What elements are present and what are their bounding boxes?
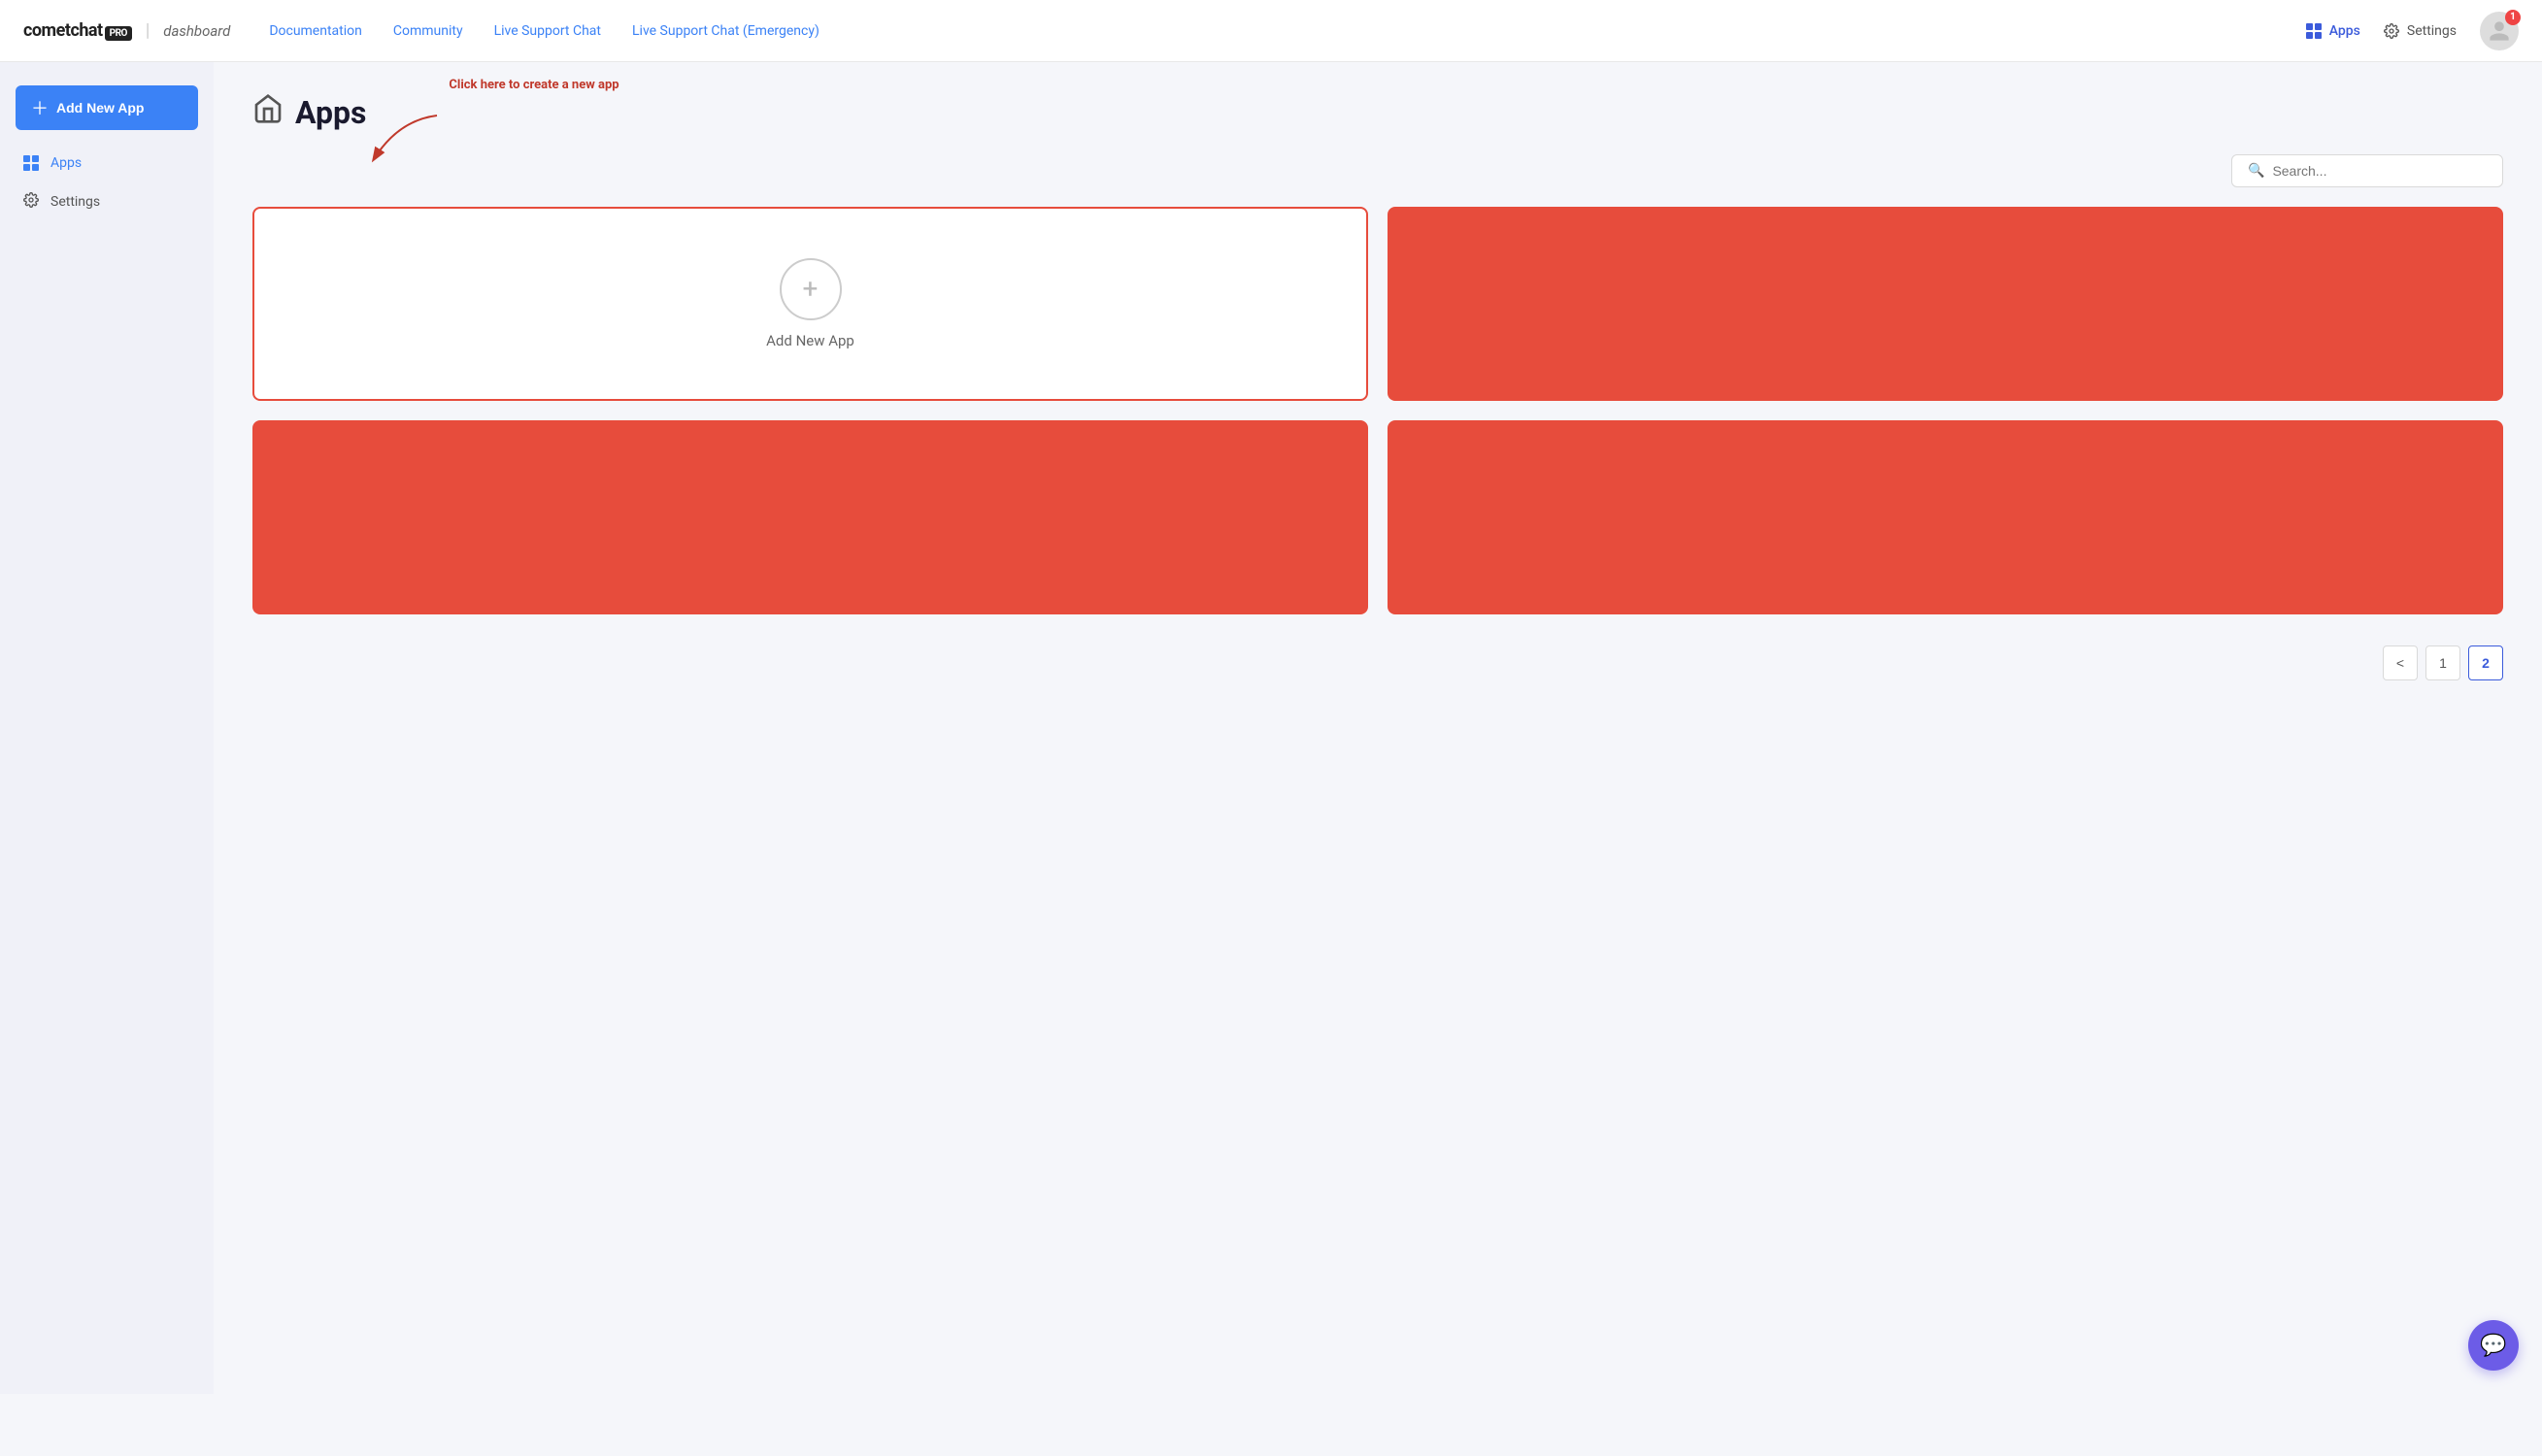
- avatar-wrapper[interactable]: 1: [2480, 12, 2519, 50]
- app-card-1[interactable]: [1388, 207, 2503, 401]
- logo-dashboard: dashboard: [163, 22, 230, 40]
- sidebar-item-apps[interactable]: Apps: [8, 146, 206, 181]
- logo-divider: |: [146, 20, 150, 41]
- add-new-app-card-label: Add New App: [766, 332, 854, 349]
- chat-icon: 💬: [2480, 1334, 2506, 1358]
- header: cometchatPRO | dashboard Documentation C…: [0, 0, 2542, 62]
- apps-grid-icon-sidebar: [23, 155, 39, 171]
- tooltip-search-area: Click here to create a new app 🔍: [252, 154, 2503, 187]
- sidebar-item-settings[interactable]: Settings: [8, 182, 206, 221]
- add-new-app-card[interactable]: + Add New App: [252, 207, 1368, 401]
- layout: ＋ Add New App Apps Settings: [0, 62, 2542, 1394]
- add-new-app-label: Add New App: [56, 100, 144, 116]
- page-title: Apps: [295, 94, 366, 131]
- logo-main: cometchatPRO: [23, 20, 132, 41]
- pagination-prev[interactable]: <: [2383, 645, 2418, 680]
- logo-text-main: cometchat: [23, 20, 103, 41]
- main-content: Apps Click here to create a new app 🔍: [214, 62, 2542, 1394]
- search-icon: 🔍: [2248, 163, 2264, 179]
- app-card-2[interactable]: [252, 420, 1368, 614]
- logo-pro-badge: PRO: [105, 26, 132, 41]
- nav-links: Documentation Community Live Support Cha…: [269, 23, 2305, 39]
- notification-badge: 1: [2505, 10, 2521, 25]
- apps-grid-icon: [2306, 23, 2322, 39]
- settings-icon-sidebar: [23, 192, 39, 212]
- apps-grid: + Add New App: [252, 207, 2503, 614]
- sidebar-settings-label: Settings: [50, 194, 100, 210]
- plus-icon: +: [803, 276, 819, 303]
- pagination: < 1 2: [252, 645, 2503, 680]
- home-icon: [252, 93, 284, 131]
- live-chat-bubble[interactable]: 💬: [2468, 1320, 2519, 1371]
- nav-documentation[interactable]: Documentation: [269, 23, 362, 39]
- app-card-3[interactable]: [1388, 420, 2503, 614]
- header-settings-label: Settings: [2407, 23, 2457, 39]
- logo-area: cometchatPRO | dashboard: [23, 20, 230, 41]
- header-settings-button[interactable]: Settings: [2384, 23, 2457, 39]
- header-apps-label: Apps: [2329, 23, 2360, 39]
- pagination-page-1[interactable]: 1: [2425, 645, 2460, 680]
- pagination-page-2[interactable]: 2: [2468, 645, 2503, 680]
- tooltip-callout: Click here to create a new app: [447, 77, 621, 94]
- settings-icon: [2384, 23, 2399, 39]
- add-new-app-button[interactable]: ＋ Add New App: [16, 85, 198, 130]
- page-header: Apps: [252, 93, 2503, 131]
- search-box[interactable]: 🔍: [2231, 154, 2503, 187]
- search-input[interactable]: [2272, 163, 2487, 179]
- header-apps-button[interactable]: Apps: [2306, 23, 2360, 39]
- sidebar: ＋ Add New App Apps Settings: [0, 62, 214, 1394]
- add-circle-icon: +: [780, 258, 842, 320]
- nav-community[interactable]: Community: [393, 23, 463, 39]
- nav-live-support-emergency[interactable]: Live Support Chat (Emergency): [632, 23, 819, 39]
- search-row: 🔍: [252, 154, 2503, 187]
- add-icon: ＋: [31, 95, 49, 120]
- tooltip-text: Click here to create a new app: [449, 78, 619, 92]
- header-right: Apps Settings 1: [2306, 12, 2519, 50]
- sidebar-apps-label: Apps: [50, 155, 82, 171]
- nav-live-support[interactable]: Live Support Chat: [494, 23, 601, 39]
